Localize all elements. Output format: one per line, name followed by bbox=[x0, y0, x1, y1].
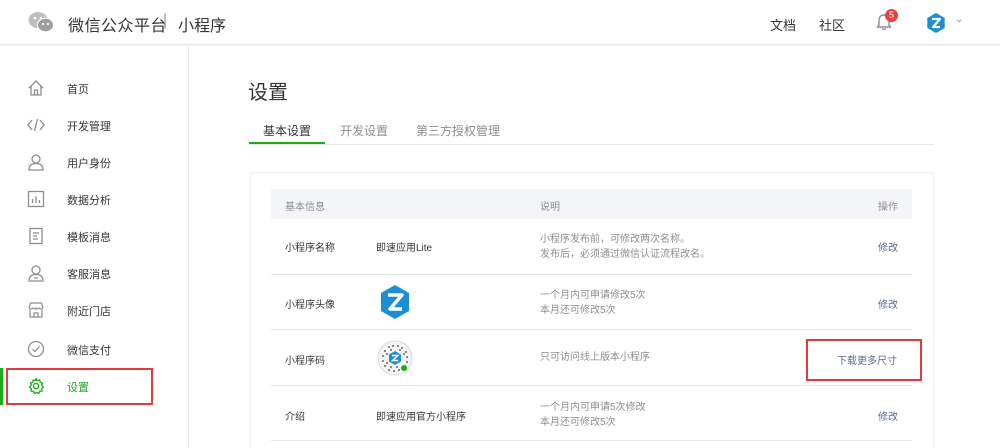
active-indicator bbox=[0, 368, 3, 405]
payment-icon bbox=[27, 340, 45, 358]
sidebar-item-template-messages[interactable]: 模板消息 bbox=[0, 218, 188, 255]
platform-title: 微信公众平台 bbox=[68, 18, 168, 35]
top-header: 微信公众平台 | 小程序 文档 社区 5 ⌄ bbox=[0, 0, 1000, 45]
tab-third-party-auth[interactable]: 第三方授权管理 bbox=[416, 122, 500, 139]
row-avatar-label: 小程序头像 bbox=[285, 300, 335, 311]
sidebar-item-home[interactable]: 首页 bbox=[0, 70, 188, 107]
user-avatar[interactable] bbox=[926, 13, 946, 33]
sidebar-item-customer-service[interactable]: 客服消息 bbox=[0, 255, 188, 292]
wechat-logo-icon bbox=[28, 12, 54, 33]
sidebar-item-data-analysis[interactable]: 数据分析 bbox=[0, 181, 188, 218]
sidebar-item-label: 开发管理 bbox=[67, 121, 111, 133]
chart-icon bbox=[27, 190, 45, 208]
row-qrcode-desc: 只可访问线上版本小程序 bbox=[540, 352, 650, 363]
app-avatar-image bbox=[381, 285, 409, 319]
edit-avatar-button[interactable]: 修改 bbox=[878, 296, 898, 311]
template-icon bbox=[29, 227, 43, 245]
sidebar-item-label: 附近门店 bbox=[67, 306, 111, 318]
chevron-down-icon[interactable]: ⌄ bbox=[955, 14, 963, 25]
row-divider bbox=[271, 329, 912, 330]
row-name-desc: 小程序发布前，可修改两次名称。 发布后，必须通过微信认证流程改名。 bbox=[540, 234, 710, 260]
notification-badge: 5 bbox=[885, 9, 898, 22]
sidebar-item-label: 数据分析 bbox=[67, 195, 111, 207]
row-divider bbox=[271, 440, 912, 441]
sidebar: 首页 开发管理 用户身份 数据分析 模板消息 客服消息 附近门店 微信支付 设置 bbox=[0, 46, 188, 448]
row-divider bbox=[271, 385, 912, 386]
nav-community-link[interactable]: 社区 bbox=[819, 15, 845, 34]
row-name-label: 小程序名称 bbox=[285, 243, 335, 254]
home-icon bbox=[28, 80, 44, 96]
sidebar-item-label: 首页 bbox=[67, 84, 89, 96]
settings-highlight-box bbox=[6, 368, 153, 405]
code-icon bbox=[27, 118, 45, 132]
header-separator: | bbox=[163, 12, 168, 29]
sidebar-item-nearby-stores[interactable]: 附近门店 bbox=[0, 292, 188, 329]
sidebar-item-user-identity[interactable]: 用户身份 bbox=[0, 144, 188, 181]
customer-service-icon bbox=[28, 265, 44, 282]
user-icon bbox=[28, 154, 44, 171]
sidebar-item-label: 模板消息 bbox=[67, 232, 111, 244]
tab-dev-settings[interactable]: 开发设置 bbox=[340, 122, 388, 139]
sidebar-item-label: 用户身份 bbox=[67, 158, 111, 170]
sidebar-item-wechat-pay[interactable]: 微信支付 bbox=[0, 331, 188, 368]
edit-intro-button[interactable]: 修改 bbox=[878, 408, 898, 423]
tab-basic-settings[interactable]: 基本设置 bbox=[263, 122, 311, 139]
row-avatar-desc: 一个月内可申请修改5次 本月还可修改5次 bbox=[540, 290, 646, 316]
store-icon bbox=[28, 302, 44, 318]
edit-name-button[interactable]: 修改 bbox=[878, 239, 898, 254]
row-intro-desc: 一个月内可申请5次修改 本月还可修改5次 bbox=[540, 402, 646, 428]
nav-docs-link[interactable]: 文档 bbox=[770, 15, 796, 34]
sidebar-item-label: 微信支付 bbox=[67, 345, 111, 357]
row-name-value: 即速应用Lite bbox=[376, 243, 433, 254]
mini-program-code-image bbox=[377, 340, 413, 376]
sidebar-item-dev-management[interactable]: 开发管理 bbox=[0, 107, 188, 144]
header-description: 说明 bbox=[540, 202, 560, 213]
row-intro-label: 介绍 bbox=[285, 412, 305, 423]
header-basic-info: 基本信息 bbox=[285, 202, 325, 213]
sidebar-item-label: 客服消息 bbox=[67, 269, 111, 281]
download-highlight-box bbox=[806, 339, 922, 381]
tabs-divider bbox=[249, 144, 934, 145]
row-divider bbox=[271, 274, 912, 275]
row-qrcode-label: 小程序码 bbox=[285, 356, 325, 367]
row-intro-value: 即速应用官方小程序 bbox=[376, 412, 466, 423]
platform-subtitle: 小程序 bbox=[178, 18, 227, 35]
page-title: 设置 bbox=[248, 82, 288, 104]
header-action: 操作 bbox=[878, 202, 898, 213]
table-header bbox=[271, 189, 912, 219]
